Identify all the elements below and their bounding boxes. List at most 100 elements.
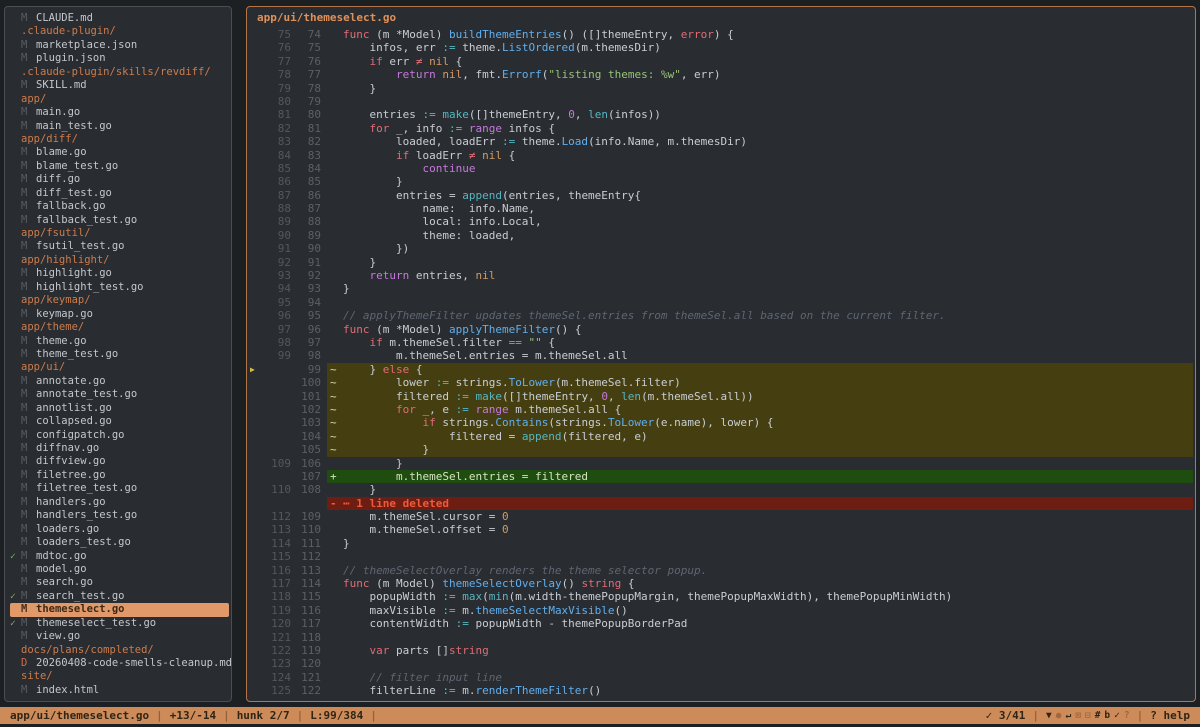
arrow-spacer	[247, 684, 258, 697]
file-tree-item[interactable]: Mannotate_test.go	[10, 388, 229, 401]
line-text: }	[343, 282, 350, 295]
file-tree-directory[interactable]: .claude-plugin/	[10, 25, 229, 38]
old-line-number: 84	[258, 149, 291, 162]
old-line-number: 123	[258, 657, 291, 670]
file-name-label: annotate.go	[36, 375, 106, 388]
old-line-number: 78	[258, 68, 291, 81]
file-tree-item[interactable]: Mdiffview.go	[10, 455, 229, 468]
old-line-number: 98	[258, 336, 291, 349]
file-tree-item[interactable]: Mhandlers.go	[10, 496, 229, 509]
line-body: ~ } else {	[327, 363, 1193, 376]
file-tree-item[interactable]: Mmain_test.go	[10, 120, 229, 133]
code-line: 8281 for _, info := range infos {	[247, 122, 1193, 135]
directory-label: app/theme/	[21, 321, 84, 334]
file-tree-item[interactable]: Mview.go	[10, 630, 229, 643]
file-tree-directory[interactable]: app/fsutil/	[10, 227, 229, 240]
file-tree-item[interactable]: MSKILL.md	[10, 79, 229, 92]
file-tree-item[interactable]: Mkeymap.go	[10, 308, 229, 321]
file-tree-item[interactable]: Mloaders.go	[10, 523, 229, 536]
file-tree-directory[interactable]: app/theme/	[10, 321, 229, 334]
file-status-letter: M	[21, 187, 36, 200]
file-tree-directory[interactable]: app/diff/	[10, 133, 229, 146]
file-tree-directory[interactable]: app/highlight/	[10, 254, 229, 267]
arrow-spacer	[247, 41, 258, 54]
arrow-spacer	[247, 282, 258, 295]
file-tree-item[interactable]: Mtheme_test.go	[10, 348, 229, 361]
new-line-number: 78	[291, 82, 321, 95]
file-tree-item[interactable]: Mannotlist.go	[10, 402, 229, 415]
file-tree-item[interactable]: ✓Msearch_test.go	[10, 590, 229, 603]
file-tree-item[interactable]: Mmarketplace.json	[10, 39, 229, 52]
arrow-spacer	[247, 296, 258, 309]
file-tree-item[interactable]: Mhighlight.go	[10, 267, 229, 280]
file-tree-item[interactable]: Mblame.go	[10, 146, 229, 159]
file-tree-item[interactable]: ✓Mmdtoc.go	[10, 550, 229, 563]
code-line: 105~ }	[247, 443, 1193, 456]
file-tree-directory[interactable]: app/	[10, 93, 229, 106]
file-status-letter: M	[21, 455, 36, 468]
file-tree-item[interactable]: Mconfigpatch.go	[10, 429, 229, 442]
file-tree-item[interactable]: Mthemeselect.go	[10, 603, 229, 616]
file-tree-item[interactable]: Mblame_test.go	[10, 160, 229, 173]
code-line: 9998 m.themeSel.entries = m.themeSel.all	[247, 349, 1193, 362]
line-text: for _, e := range m.themeSel.all {	[343, 403, 621, 416]
file-tree-item[interactable]: ✓Mthemeselect_test.go	[10, 617, 229, 630]
file-tree-item[interactable]: Mfiletree.go	[10, 469, 229, 482]
file-tree-item[interactable]: Mtheme.go	[10, 335, 229, 348]
new-line-number: 110	[291, 523, 321, 536]
file-name-label: loaders.go	[36, 523, 99, 536]
file-tree-directory[interactable]: docs/plans/completed/	[10, 644, 229, 657]
file-tree-item[interactable]: Mmodel.go	[10, 563, 229, 576]
file-tree-item[interactable]: Mhandlers_test.go	[10, 509, 229, 522]
line-body: ~ filtered = append(filtered, e)	[327, 430, 1193, 443]
b-icon: b	[1104, 710, 1110, 721]
old-line-number: 112	[258, 510, 291, 523]
file-tree-item[interactable]: Mfiletree_test.go	[10, 482, 229, 495]
old-line-number: 83	[258, 135, 291, 148]
old-line-number: 96	[258, 309, 291, 322]
line-body: m.themeSel.entries = m.themeSel.all	[327, 349, 1193, 362]
file-tree-item[interactable]: Mloaders_test.go	[10, 536, 229, 549]
file-tree-item[interactable]: Mhighlight_test.go	[10, 281, 229, 294]
file-tree-directory[interactable]: site/	[10, 670, 229, 683]
status-bar: app/ui/themeselect.go|+13/-14|hunk 2/7|L…	[0, 707, 1200, 724]
file-tree-item[interactable]: D20260408-code-smells-cleanup.md	[10, 657, 229, 670]
old-line-number: 116	[258, 564, 291, 577]
diff-marker	[327, 215, 343, 228]
file-status-letter: M	[21, 684, 36, 697]
old-line-number: 88	[258, 202, 291, 215]
file-tree-item[interactable]: Mplugin.json	[10, 52, 229, 65]
line-text: }	[343, 175, 403, 188]
arrow-spacer	[247, 376, 258, 389]
new-line-number: 81	[291, 122, 321, 135]
file-tree-item[interactable]: Mdiff.go	[10, 173, 229, 186]
old-line-number	[258, 430, 291, 443]
file-tree-item[interactable]: Mdiffnav.go	[10, 442, 229, 455]
new-line-number: 107	[291, 470, 321, 483]
file-tree-item[interactable]: Mfallback.go	[10, 200, 229, 213]
file-tree-item[interactable]: Mcollapsed.go	[10, 415, 229, 428]
file-tree-item[interactable]: Mfsutil_test.go	[10, 240, 229, 253]
file-tree-item[interactable]: MCLAUDE.md	[10, 12, 229, 25]
line-body: continue	[327, 162, 1193, 175]
file-status-letter: M	[21, 630, 36, 643]
file-tree-item[interactable]: Mfallback_test.go	[10, 214, 229, 227]
code-line: 116113// themeSelectOverlay renders the …	[247, 564, 1193, 577]
diff-marker	[327, 189, 343, 202]
line-text: return entries, nil	[343, 269, 495, 282]
old-line-number: 87	[258, 189, 291, 202]
file-tree-directory[interactable]: app/ui/	[10, 361, 229, 374]
diff-marker	[327, 28, 343, 41]
old-line-number: 99	[258, 349, 291, 362]
file-tree-item[interactable]: Mdiff_test.go	[10, 187, 229, 200]
new-line-number: 120	[291, 657, 321, 670]
file-tree-item[interactable]: Mindex.html	[10, 684, 229, 697]
file-tree-item[interactable]: Mmain.go	[10, 106, 229, 119]
new-line-number: 112	[291, 550, 321, 563]
file-tree-item[interactable]: Msearch.go	[10, 576, 229, 589]
file-tree-directory[interactable]: app/keymap/	[10, 294, 229, 307]
line-body: theme: loaded,	[327, 229, 1193, 242]
file-tree-item[interactable]: Mannotate.go	[10, 375, 229, 388]
diff-marker	[327, 82, 343, 95]
file-tree-directory[interactable]: .claude-plugin/skills/revdiff/	[10, 66, 229, 79]
